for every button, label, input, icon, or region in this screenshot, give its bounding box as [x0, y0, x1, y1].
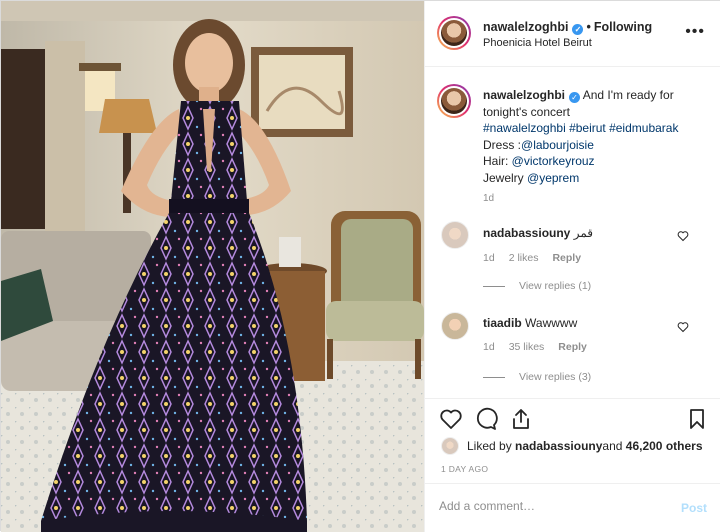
comment-username[interactable]: tiaadib — [483, 316, 522, 330]
post-actions: Liked by nadabassiouny and 46,200 others… — [425, 398, 720, 482]
caption-username[interactable]: nawalelzoghbi — [483, 88, 565, 102]
post-caption: nawalelzoghbi ✓ And I'm ready for tonight… — [483, 87, 708, 186]
instagram-post-window: nawalelzoghbi ✓ • Following Phoenicia Hotel… — [0, 0, 720, 532]
view-replies-button[interactable]: View replies (3) — [483, 371, 591, 383]
comment-likes[interactable]: 35 likes — [509, 341, 545, 353]
comment-text: قمر — [573, 226, 593, 240]
post-photo-image — [1, 1, 424, 532]
post-photo[interactable] — [1, 1, 424, 532]
comment-likes[interactable]: 2 likes — [509, 252, 539, 264]
author-avatar[interactable] — [437, 16, 471, 50]
follow-status-button[interactable]: Following — [594, 20, 652, 34]
caption-hashtags[interactable]: #nawalelzoghbi #beirut #eidmubarak — [483, 121, 678, 135]
comment-item: tiaadib Wawwww — [483, 316, 577, 330]
comment-username[interactable]: nadabassiouny — [483, 226, 570, 240]
verified-icon: ✓ — [572, 24, 584, 35]
comments-list[interactable]: nawalelzoghbi ✓ And I'm ready for tonight… — [425, 68, 720, 398]
hair-label: Hair: — [483, 154, 512, 168]
comment-input[interactable] — [439, 499, 659, 513]
jewelry-tag-link[interactable]: @yeprem — [527, 171, 579, 185]
reply-button[interactable]: Reply — [558, 341, 587, 353]
comment-item: nadabassiouny قمر — [483, 226, 593, 240]
add-comment-bar: Post — [425, 483, 720, 532]
likes-count-button[interactable]: 46,200 others — [626, 439, 703, 453]
share-icon[interactable] — [509, 407, 533, 431]
dress-tag-link[interactable]: @labourjoisie — [521, 138, 594, 152]
comment-timestamp: 1d — [483, 341, 495, 353]
view-replies-label: View replies (3) — [519, 371, 592, 383]
heart-icon[interactable] — [439, 407, 463, 431]
comment-meta: 1d 35 likes Reply — [483, 341, 601, 353]
author-line: nawalelzoghbi ✓ • Following — [483, 20, 652, 35]
heart-icon[interactable] — [677, 321, 689, 333]
heart-icon[interactable] — [677, 230, 689, 242]
post-date: 1 DAY AGO — [441, 464, 489, 474]
post-location[interactable]: Phoenicia Hotel Beirut — [483, 37, 592, 49]
liker-username[interactable]: nadabassiouny — [515, 439, 602, 453]
likes-summary: Liked by nadabassiouny and 46,200 others — [441, 437, 703, 455]
likes-middle: and — [602, 439, 623, 453]
likes-prefix: Liked by — [467, 439, 512, 453]
comment-timestamp: 1d — [483, 252, 495, 264]
author-username[interactable]: nawalelzoghbi — [483, 20, 568, 34]
view-replies-label: View replies (1) — [519, 280, 592, 292]
post-comment-button[interactable]: Post — [681, 501, 707, 515]
verified-icon: ✓ — [569, 92, 581, 103]
post-details-panel: nawalelzoghbi ✓ • Following Phoenicia Hotel… — [424, 1, 720, 532]
dress-label: Dress : — [483, 137, 522, 152]
liker-avatar[interactable] — [441, 437, 459, 455]
divider-line — [483, 376, 505, 378]
jewelry-label: Jewelry — [483, 170, 528, 185]
divider-line — [483, 285, 505, 287]
comment-avatar[interactable] — [441, 221, 469, 249]
comment-avatar[interactable] — [441, 312, 469, 340]
hair-tag-link[interactable]: @victorkeyrouz — [512, 154, 595, 168]
comment-text: Wawwww — [525, 316, 578, 330]
reply-button[interactable]: Reply — [552, 252, 581, 264]
post-header: nawalelzoghbi ✓ • Following Phoenicia Hotel… — [425, 1, 720, 67]
separator-dot: • — [586, 20, 591, 34]
caption-timestamp: 1d — [483, 193, 495, 204]
caption-avatar[interactable] — [437, 84, 471, 118]
comment-icon[interactable] — [474, 407, 498, 431]
more-icon[interactable]: ••• — [685, 23, 705, 41]
view-replies-button[interactable]: View replies (1) — [483, 280, 591, 292]
comment-meta: 1d 2 likes Reply — [483, 252, 595, 264]
bookmark-icon[interactable] — [685, 407, 709, 431]
